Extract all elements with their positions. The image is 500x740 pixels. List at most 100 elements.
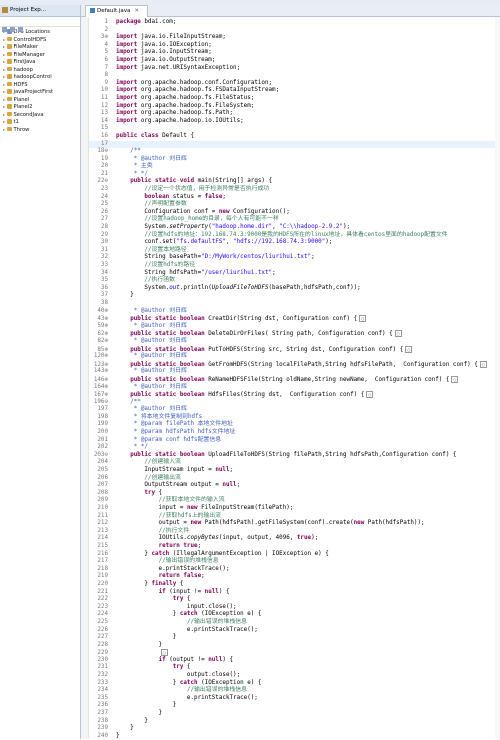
code-line[interactable]: 224 } catch (IOException e) { [89, 611, 495, 619]
code-line[interactable]: 209 //获取本地文件的输入流 [89, 497, 495, 505]
tree-item[interactable]: ▸ hadoopControl [0, 73, 80, 81]
code-line[interactable]: 14 import org.apache.hadoop.io.IOUtils; [89, 118, 495, 126]
tree-item[interactable]: ▸ HDFS [0, 81, 80, 89]
code-line[interactable]: 7 import java.net.URISyntaxException; [89, 65, 495, 73]
code-line[interactable]: 8 [89, 72, 495, 80]
code-line[interactable]: 231 try { [89, 664, 495, 672]
code-line[interactable]: 18⊖ /** [89, 148, 495, 156]
code-line[interactable]: 82⊕ * @author 刘日辉 [89, 338, 495, 346]
editor-tab-default-java[interactable]: Default.java ✕ [85, 5, 148, 17]
code-line[interactable]: 230 if (output != null) { [89, 657, 495, 665]
tree-item[interactable]: ▸ hadoop [0, 66, 80, 74]
code-line[interactable]: 223 input.close(); [89, 604, 495, 612]
link-editor-icon[interactable] [10, 27, 15, 32]
code-line[interactable]: 32 String basePath="D:/MyWork/centos/liu… [89, 254, 495, 262]
code-line[interactable]: 25 //声明配置参数 [89, 201, 495, 209]
code-line[interactable]: 23 //设定一个状态值，用于检测异常是否执行成功 [89, 186, 495, 194]
tree-item[interactable]: ▸ Planel [0, 96, 80, 104]
code-line[interactable]: 120⊕ * @author 刘日辉 [89, 353, 495, 361]
code-line[interactable]: 146⊕ public static boolean ReNameHDFSFil… [89, 375, 495, 384]
code-line[interactable]: 219 return false; [89, 573, 495, 581]
code-line[interactable]: 12 import org.apache.hadoop.fs.FileSystem… [89, 103, 495, 111]
tree-item[interactable]: ▸ Planel2 [0, 103, 80, 111]
code-line[interactable]: 204 //创建输入流 [89, 459, 495, 467]
tree-item[interactable]: ▸ FileManager [0, 51, 80, 59]
code-line[interactable]: 6 import java.io.OutputStream; [89, 57, 495, 65]
tree-item[interactable]: ▸ t1 [0, 118, 80, 126]
code-line[interactable]: 13 import org.apache.hadoop.fs.Path; [89, 110, 495, 118]
code-line[interactable]: 201 * @param conf hdfs配置信息 [89, 437, 495, 445]
code-line[interactable]: 197 * @author 刘日辉 [89, 406, 495, 414]
code-line[interactable]: 164⊕ * @author 刘日辉 [89, 384, 495, 392]
code-line[interactable]: 218 e.printStackTrace(); [89, 566, 495, 574]
code-line[interactable]: 4 import java.io.IOException; [89, 42, 495, 50]
code-line[interactable]: 38 [89, 300, 495, 308]
code-line[interactable]: 62⊕ public static boolean DeleteDirOrFil… [89, 330, 495, 338]
tree-item[interactable]: ▸ ControlHDFS [0, 36, 80, 44]
code-line[interactable]: 21 * */ [89, 171, 495, 179]
code-line[interactable]: 16 public class Default { [89, 133, 495, 141]
code-line[interactable]: 3⊕ import java.io.FileInputStream; [89, 34, 495, 42]
code-line[interactable]: 35 //执行函数 [89, 277, 495, 285]
code-line[interactable]: 205 InputStream input = null; [89, 467, 495, 475]
code-line[interactable]: 206 //创建输出流 [89, 475, 495, 483]
code-line[interactable]: 59⊕ * @author 刘日辉 [89, 323, 495, 331]
code-area[interactable]: 1 package bdai.com; 2 3⊕ import java.io.File… [89, 19, 495, 740]
code-line[interactable]: 238 } [89, 718, 495, 726]
code-line[interactable]: 1 package bdai.com; [89, 19, 495, 27]
code-line[interactable]: 229 ▢ [89, 649, 495, 657]
code-line[interactable]: 31 //设置本地路径 [89, 247, 495, 255]
code-line[interactable]: 43⊕ public static boolean CreatDir(Strin… [89, 315, 495, 323]
code-line[interactable]: 237 } [89, 710, 495, 718]
code-line[interactable]: 222 try { [89, 596, 495, 604]
code-line[interactable]: 221 if (input != null) { [89, 589, 495, 597]
code-line[interactable]: 40⊕ * @author 刘日辉 [89, 308, 495, 316]
code-line[interactable]: 33 //设置hdfs的路径 [89, 262, 495, 270]
code-line[interactable]: 15 [89, 125, 495, 133]
code-line[interactable]: 167⊕ public static boolean HdfsFiles(Str… [89, 391, 495, 399]
code-line[interactable]: 227 } [89, 634, 495, 642]
code-line[interactable]: 2 [89, 27, 495, 35]
code-line[interactable]: 5 import java.io.InputStream; [89, 49, 495, 57]
code-line[interactable]: 235 e.printStackTrace(); [89, 695, 495, 703]
code-line[interactable]: 210 input = new FileInputStream(filePath… [89, 505, 495, 513]
code-line[interactable]: 29 //设置hdfs的地址：192.168.74.3:9000是我的HDFS所… [89, 232, 495, 240]
code-line[interactable]: 10 import org.apache.hadoop.fs.FSDataInpu… [89, 87, 495, 95]
tree-item[interactable]: ▸ SecondJava [0, 111, 80, 119]
tree-item[interactable]: ▸ FileMaker [0, 43, 80, 51]
code-line[interactable]: 225 //输出错误的堆栈信息 [89, 619, 495, 627]
code-line[interactable]: 17 [89, 140, 495, 149]
code-line[interactable]: 220 } finally { [89, 581, 495, 589]
project-explorer-tab[interactable]: Project Exp... [0, 5, 80, 17]
code-line[interactable]: 215 return true; [89, 543, 495, 551]
code-line[interactable]: 236 } [89, 702, 495, 710]
code-line[interactable]: 11 import org.apache.hadoop.fs.FileStatus… [89, 95, 495, 103]
code-line[interactable]: 217 //输出错误的堆栈信息 [89, 558, 495, 566]
tree-item[interactable]: ▸ FirstJava [0, 58, 80, 66]
code-line[interactable]: 228 } [89, 642, 495, 650]
tree-item[interactable]: ▸ javaProjectFirst [0, 88, 80, 96]
code-line[interactable]: 200 * @param hdfsPath hdfs文件地址 [89, 429, 495, 437]
code-line[interactable]: 232 output.close(); [89, 672, 495, 680]
code-line[interactable]: 234 //输出错误的堆栈信息 [89, 687, 495, 695]
code-line[interactable]: 85⊕ public static boolean PutToHDFS(Stri… [89, 345, 495, 354]
code-line[interactable]: 9 import org.apache.hadoop.conf.Configura… [89, 80, 495, 88]
code-line[interactable]: 143⊕ * @author 刘日辉 [89, 368, 495, 376]
code-line[interactable]: 22⊖ public static void main(String[] arg… [89, 178, 495, 186]
close-icon[interactable]: ✕ [134, 8, 139, 14]
code-line[interactable]: 207 OutputStream output = null; [89, 482, 495, 490]
collapse-all-icon[interactable] [2, 27, 7, 32]
code-line[interactable]: 214 IOUtils.copyBytes(input, output, 409… [89, 535, 495, 543]
code-line[interactable]: 239 } [89, 725, 495, 733]
code-line[interactable]: 199 * @param filePath 本地文件地址 [89, 421, 495, 429]
code-line[interactable]: 27 //设置hadoop_home的目录，每个人有可能不一样 [89, 216, 495, 224]
code-line[interactable]: 36 System.out.println(UploadFileToHDFS(b… [89, 285, 495, 293]
code-line[interactable]: 211 //获取hdfs上的输出流 [89, 513, 495, 521]
code-line[interactable]: 202 * */ [89, 444, 495, 452]
code-line[interactable]: 28 System.setProperty("hadoop.home.dir",… [89, 224, 495, 232]
code-line[interactable]: 30 conf.set("fs.defaultFS", "hdfs://192.… [89, 239, 495, 247]
code-line[interactable]: 213 //执行文件 [89, 528, 495, 536]
view-menu-icon[interactable] [18, 27, 23, 32]
tree-item[interactable]: ▸ Throw [0, 126, 80, 134]
code-line[interactable]: 37 } [89, 292, 495, 300]
